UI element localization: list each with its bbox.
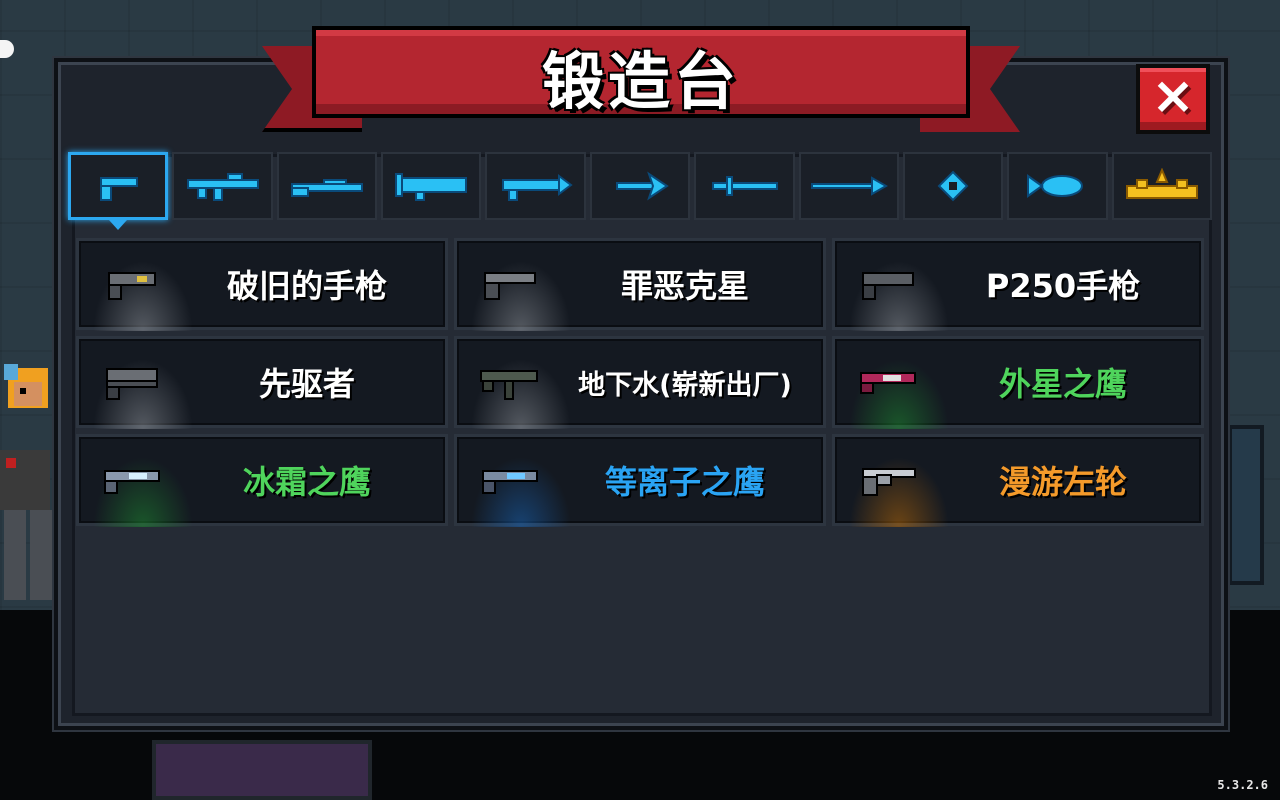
background-door [1228,425,1264,585]
tab-special[interactable] [1111,152,1212,220]
tab-spear[interactable] [798,152,899,220]
weapon-cell[interactable]: 破旧的手枪 [76,238,448,331]
special-gold-icon [1125,168,1198,199]
revolver-icon [484,272,536,300]
weapon-cell[interactable]: 漫游左轮 [832,434,1204,527]
pistol-icon [108,272,156,300]
close-icon: × [1151,66,1195,126]
fish-icon [1027,174,1084,198]
weapon-name: P250手枪 [985,267,1141,305]
weapon-name: 破旧的手枪 [226,267,387,305]
tab-laser[interactable] [485,152,586,220]
laser-gun-icon [501,174,573,201]
weapon-grid: 破旧的手枪 罪恶克星 P250手枪 先驱者 地下水(崭新出厂) 外星之鹰 冰霜之… [76,238,1204,527]
title-ribbon: 锻造台 [262,26,1020,136]
spear-icon [810,176,888,196]
tab-bow[interactable] [589,152,691,220]
weapon-name: 地下水(崭新出厂) [578,369,792,401]
weapon-cell[interactable]: 先驱者 [76,336,448,429]
weapon-cell[interactable]: 罪恶克星 [454,238,826,331]
frost-pistol-icon [104,470,160,494]
pistol-icon [862,272,914,300]
weapon-name: 等离子之鹰 [604,463,765,501]
tab-pistol[interactable] [68,152,169,230]
weapon-cell[interactable]: 冰霜之鹰 [76,434,448,527]
character-sprite-icon [0,364,52,600]
sword-icon [712,176,779,196]
weapon-cell[interactable]: P250手枪 [832,238,1204,331]
plasma-pistol-icon [482,470,538,494]
launcher-icon [395,173,468,201]
pistol-icon [100,177,139,201]
pistol-icon [106,368,158,400]
weapon-name: 漫游左轮 [998,463,1127,501]
version-label: 5.3.2.6 [1217,778,1268,792]
page-title: 锻造台 [541,45,740,118]
shuriken-icon [937,170,969,202]
tab-shotgun[interactable] [276,152,378,220]
close-button[interactable]: × [1136,64,1210,134]
weapon-cell[interactable]: 外星之鹰 [832,336,1204,429]
tab-rifle[interactable] [172,152,273,220]
smg-icon [480,370,538,400]
bow-icon [615,171,669,201]
weapon-name: 先驱者 [258,365,355,403]
alien-pistol-icon [860,372,916,394]
weapon-name: 外星之鹰 [998,365,1127,403]
weapon-cell[interactable]: 等离子之鹰 [454,434,826,527]
background-portal [152,740,372,800]
tab-fish[interactable] [1007,152,1108,220]
rifle-icon [186,173,259,201]
weapon-name: 罪恶克星 [620,267,749,305]
tab-shuriken[interactable] [902,152,1004,220]
tab-sword[interactable] [694,152,795,220]
ribbon-banner: 锻造台 [312,26,970,118]
revolver-icon [862,468,916,496]
shotgun-icon [290,179,363,197]
category-tabs [68,152,1212,230]
weapon-name: 冰霜之鹰 [242,463,371,501]
tab-launcher[interactable] [381,152,482,220]
weapon-cell[interactable]: 地下水(崭新出厂) [454,336,826,429]
